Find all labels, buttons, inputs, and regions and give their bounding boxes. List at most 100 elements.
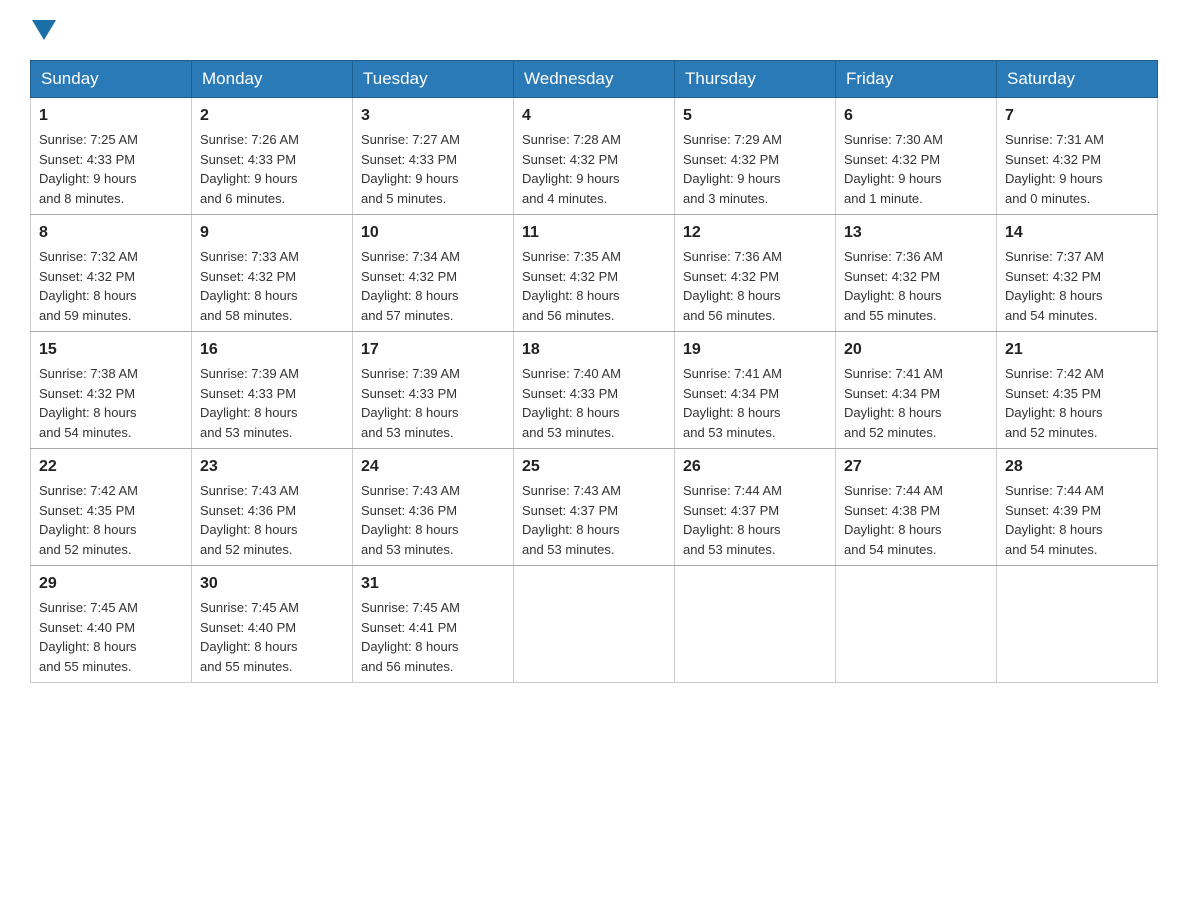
- calendar-cell: 19 Sunrise: 7:41 AMSunset: 4:34 PMDayligh…: [675, 332, 836, 449]
- sunrise-text: Sunrise: 7:29 AMSunset: 4:32 PMDaylight:…: [683, 132, 782, 206]
- calendar-cell: [675, 566, 836, 683]
- day-number: 6: [844, 104, 988, 128]
- calendar-cell: 1 Sunrise: 7:25 AMSunset: 4:33 PMDaylight…: [31, 98, 192, 215]
- sunrise-text: Sunrise: 7:41 AMSunset: 4:34 PMDaylight:…: [844, 366, 943, 440]
- calendar-cell: 20 Sunrise: 7:41 AMSunset: 4:34 PMDayligh…: [836, 332, 997, 449]
- day-number: 22: [39, 455, 183, 479]
- day-number: 5: [683, 104, 827, 128]
- sunrise-text: Sunrise: 7:45 AMSunset: 4:41 PMDaylight:…: [361, 600, 460, 674]
- week-row-4: 22 Sunrise: 7:42 AMSunset: 4:35 PMDayligh…: [31, 449, 1158, 566]
- header-friday: Friday: [836, 61, 997, 98]
- day-number: 17: [361, 338, 505, 362]
- day-number: 11: [522, 221, 666, 245]
- sunrise-text: Sunrise: 7:40 AMSunset: 4:33 PMDaylight:…: [522, 366, 621, 440]
- sunrise-text: Sunrise: 7:34 AMSunset: 4:32 PMDaylight:…: [361, 249, 460, 323]
- day-number: 7: [1005, 104, 1149, 128]
- calendar-cell: 29Sunrise: 7:45 AMSunset: 4:40 PMDayligh…: [31, 566, 192, 683]
- calendar-cell: 14 Sunrise: 7:37 AMSunset: 4:32 PMDayligh…: [997, 215, 1158, 332]
- calendar-cell: 4 Sunrise: 7:28 AMSunset: 4:32 PMDaylight…: [514, 98, 675, 215]
- day-number: 16: [200, 338, 344, 362]
- sunrise-text: Sunrise: 7:32 AMSunset: 4:32 PMDaylight:…: [39, 249, 138, 323]
- sunrise-text: Sunrise: 7:35 AMSunset: 4:32 PMDaylight:…: [522, 249, 621, 323]
- day-number: 4: [522, 104, 666, 128]
- day-number: 25: [522, 455, 666, 479]
- calendar-cell: 18 Sunrise: 7:40 AMSunset: 4:33 PMDayligh…: [514, 332, 675, 449]
- sunrise-text: Sunrise: 7:43 AMSunset: 4:36 PMDaylight:…: [200, 483, 299, 557]
- calendar-table: SundayMondayTuesdayWednesdayThursdayFrid…: [30, 60, 1158, 683]
- day-number: 27: [844, 455, 988, 479]
- header-tuesday: Tuesday: [353, 61, 514, 98]
- calendar-cell: 12Sunrise: 7:36 AMSunset: 4:32 PMDayligh…: [675, 215, 836, 332]
- sunrise-text: Sunrise: 7:36 AMSunset: 4:32 PMDaylight:…: [844, 249, 943, 323]
- calendar-cell: 15Sunrise: 7:38 AMSunset: 4:32 PMDayligh…: [31, 332, 192, 449]
- sunrise-text: Sunrise: 7:43 AMSunset: 4:36 PMDaylight:…: [361, 483, 460, 557]
- calendar-header-row: SundayMondayTuesdayWednesdayThursdayFrid…: [31, 61, 1158, 98]
- calendar-cell: 6 Sunrise: 7:30 AMSunset: 4:32 PMDaylight…: [836, 98, 997, 215]
- day-number: 2: [200, 104, 344, 128]
- sunrise-text: Sunrise: 7:27 AMSunset: 4:33 PMDaylight:…: [361, 132, 460, 206]
- calendar-cell: 21 Sunrise: 7:42 AMSunset: 4:35 PMDayligh…: [997, 332, 1158, 449]
- calendar-cell: 13 Sunrise: 7:36 AMSunset: 4:32 PMDayligh…: [836, 215, 997, 332]
- day-number: 26: [683, 455, 827, 479]
- calendar-cell: [514, 566, 675, 683]
- calendar-cell: 5 Sunrise: 7:29 AMSunset: 4:32 PMDaylight…: [675, 98, 836, 215]
- header-saturday: Saturday: [997, 61, 1158, 98]
- day-number: 29: [39, 572, 183, 596]
- day-number: 3: [361, 104, 505, 128]
- calendar-cell: 9Sunrise: 7:33 AMSunset: 4:32 PMDaylight…: [192, 215, 353, 332]
- sunrise-text: Sunrise: 7:28 AMSunset: 4:32 PMDaylight:…: [522, 132, 621, 206]
- calendar-cell: 8 Sunrise: 7:32 AMSunset: 4:32 PMDaylight…: [31, 215, 192, 332]
- day-number: 18: [522, 338, 666, 362]
- day-number: 8: [39, 221, 183, 245]
- calendar-cell: 25 Sunrise: 7:43 AMSunset: 4:37 PMDayligh…: [514, 449, 675, 566]
- day-number: 10: [361, 221, 505, 245]
- sunrise-text: Sunrise: 7:42 AMSunset: 4:35 PMDaylight:…: [39, 483, 138, 557]
- header-monday: Monday: [192, 61, 353, 98]
- sunrise-text: Sunrise: 7:31 AMSunset: 4:32 PMDaylight:…: [1005, 132, 1104, 206]
- day-number: 21: [1005, 338, 1149, 362]
- header-thursday: Thursday: [675, 61, 836, 98]
- calendar-cell: 2 Sunrise: 7:26 AMSunset: 4:33 PMDaylight…: [192, 98, 353, 215]
- sunrise-text: Sunrise: 7:44 AMSunset: 4:37 PMDaylight:…: [683, 483, 782, 557]
- calendar-cell: 28Sunrise: 7:44 AMSunset: 4:39 PMDayligh…: [997, 449, 1158, 566]
- calendar-cell: 3 Sunrise: 7:27 AMSunset: 4:33 PMDaylight…: [353, 98, 514, 215]
- week-row-1: 1 Sunrise: 7:25 AMSunset: 4:33 PMDaylight…: [31, 98, 1158, 215]
- calendar-cell: 23Sunrise: 7:43 AMSunset: 4:36 PMDayligh…: [192, 449, 353, 566]
- week-row-5: 29 Sunrise: 7:45 AMSunset: 4:40 PMDayligh…: [31, 566, 1158, 683]
- header-wednesday: Wednesday: [514, 61, 675, 98]
- sunrise-text: Sunrise: 7:42 AMSunset: 4:35 PMDaylight:…: [1005, 366, 1104, 440]
- day-number: 15: [39, 338, 183, 362]
- logo: [30, 20, 58, 40]
- calendar-cell: 11 Sunrise: 7:35 AMSunset: 4:32 PMDayligh…: [514, 215, 675, 332]
- sunrise-text: Sunrise: 7:30 AMSunset: 4:32 PMDaylight:…: [844, 132, 943, 206]
- page-header: [30, 20, 1158, 40]
- calendar-cell: 27 Sunrise: 7:44 AMSunset: 4:38 PMDayligh…: [836, 449, 997, 566]
- day-number: 14: [1005, 221, 1149, 245]
- calendar-cell: [997, 566, 1158, 683]
- sunrise-text: Sunrise: 7:33 AMSunset: 4:32 PMDaylight:…: [200, 249, 299, 323]
- sunrise-text: Sunrise: 7:25 AMSunset: 4:33 PMDaylight:…: [39, 132, 138, 206]
- sunrise-text: Sunrise: 7:37 AMSunset: 4:32 PMDaylight:…: [1005, 249, 1104, 323]
- sunrise-text: Sunrise: 7:45 AMSunset: 4:40 PMDaylight:…: [200, 600, 299, 674]
- sunrise-text: Sunrise: 7:44 AMSunset: 4:38 PMDaylight:…: [844, 483, 943, 557]
- day-number: 1: [39, 104, 183, 128]
- calendar-cell: [836, 566, 997, 683]
- header-sunday: Sunday: [31, 61, 192, 98]
- calendar-cell: 31Sunrise: 7:45 AMSunset: 4:41 PMDayligh…: [353, 566, 514, 683]
- calendar-cell: 10 Sunrise: 7:34 AMSunset: 4:32 PMDayligh…: [353, 215, 514, 332]
- logo-triangle-icon: [32, 20, 56, 40]
- calendar-cell: 7 Sunrise: 7:31 AMSunset: 4:32 PMDaylight…: [997, 98, 1158, 215]
- day-number: 30: [200, 572, 344, 596]
- day-number: 12: [683, 221, 827, 245]
- logo-top: [30, 20, 58, 40]
- sunrise-text: Sunrise: 7:26 AMSunset: 4:33 PMDaylight:…: [200, 132, 299, 206]
- day-number: 24: [361, 455, 505, 479]
- day-number: 13: [844, 221, 988, 245]
- week-row-2: 8 Sunrise: 7:32 AMSunset: 4:32 PMDaylight…: [31, 215, 1158, 332]
- sunrise-text: Sunrise: 7:41 AMSunset: 4:34 PMDaylight:…: [683, 366, 782, 440]
- sunrise-text: Sunrise: 7:43 AMSunset: 4:37 PMDaylight:…: [522, 483, 621, 557]
- sunrise-text: Sunrise: 7:39 AMSunset: 4:33 PMDaylight:…: [361, 366, 460, 440]
- week-row-3: 15Sunrise: 7:38 AMSunset: 4:32 PMDayligh…: [31, 332, 1158, 449]
- day-number: 20: [844, 338, 988, 362]
- day-number: 19: [683, 338, 827, 362]
